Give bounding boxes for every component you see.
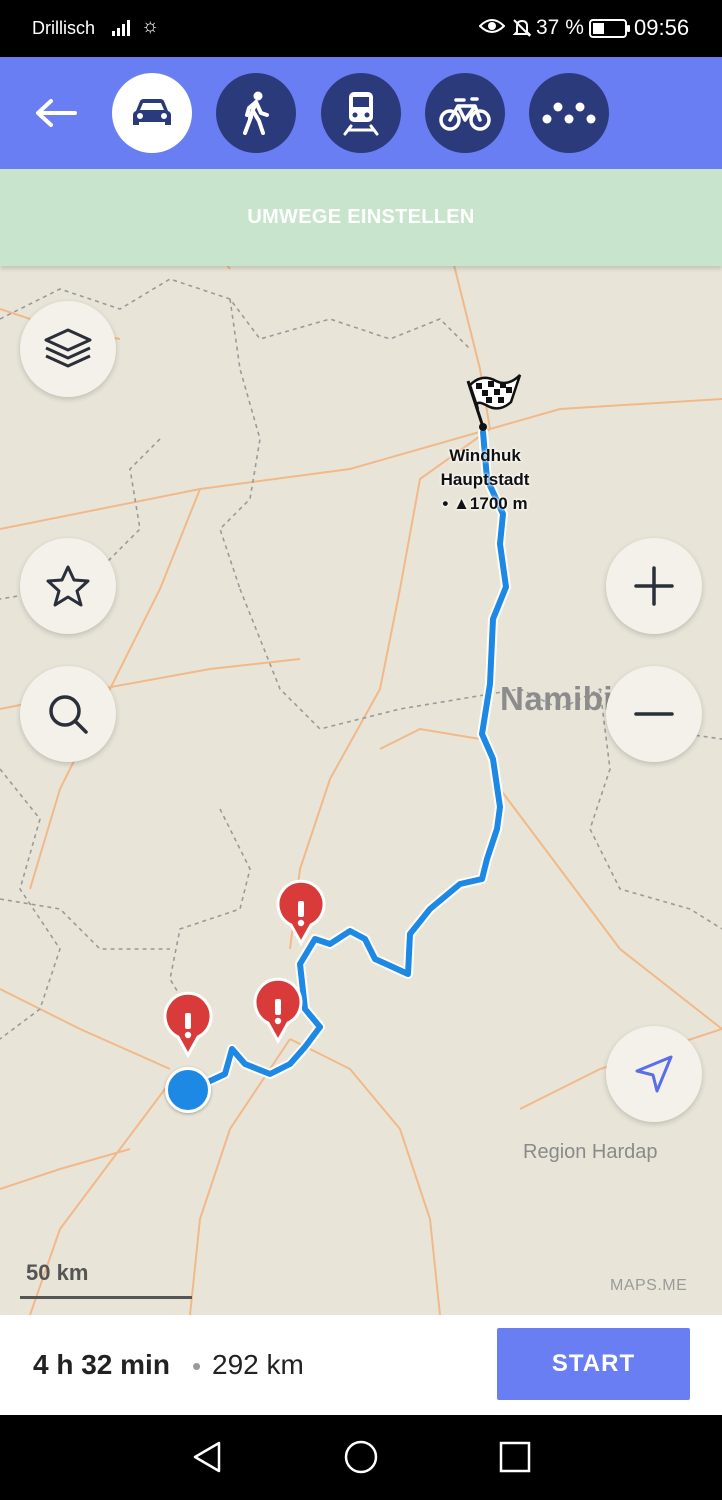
car-icon — [133, 99, 171, 125]
battery-icon — [589, 19, 630, 38]
home-circle-icon[interactable] — [343, 1439, 379, 1475]
city-elevation: • ▲1700 m — [442, 494, 528, 513]
signal-icon — [111, 17, 135, 42]
route-duration: 4 h 32 min — [33, 1349, 170, 1380]
my-location-button[interactable] — [606, 1026, 702, 1122]
zoom-out-button[interactable] — [606, 666, 702, 762]
train-icon — [343, 92, 379, 136]
star-icon — [46, 565, 90, 607]
warning-pin[interactable] — [253, 977, 303, 1045]
detour-label: UMWEGE EINSTELLEN — [247, 206, 475, 228]
eye-icon — [478, 16, 506, 40]
transport-mode-bar — [0, 57, 722, 169]
taxi-icon — [542, 102, 596, 124]
warning-pin[interactable] — [276, 879, 326, 947]
current-location-dot — [165, 1067, 211, 1113]
system-nav-bar — [0, 1415, 722, 1500]
mode-walk-button[interactable] — [216, 73, 296, 153]
start-navigation-button[interactable]: START — [497, 1328, 690, 1400]
city-label: Windhuk Hauptstadt • ▲1700 m — [426, 444, 544, 516]
region-label: Region Hardap — [523, 1141, 658, 1163]
arrow-left-icon — [36, 99, 77, 127]
carrier-name: Drillisch — [32, 18, 95, 38]
scale-bar — [20, 1296, 192, 1299]
mode-taxi-button[interactable] — [529, 73, 609, 153]
recents-square-icon[interactable] — [497, 1439, 533, 1475]
search-icon — [49, 695, 88, 734]
clock: 09:56 — [634, 15, 690, 40]
map-attribution: MAPS.ME — [610, 1277, 688, 1294]
route-summary-panel: 4 h 32 min • 292 km START — [0, 1315, 722, 1415]
minus-icon — [634, 712, 674, 716]
route-distance: 292 km — [212, 1349, 304, 1380]
battery-fill — [593, 23, 604, 34]
zoom-in-button[interactable] — [606, 538, 702, 634]
bicycle-icon — [439, 97, 491, 131]
destination-flag-icon[interactable] — [466, 374, 522, 431]
route-line — [205, 427, 511, 1086]
layers-icon — [44, 328, 92, 368]
battery-percent: 37 % — [536, 16, 584, 39]
city-name: Windhuk — [449, 446, 521, 465]
plus-icon — [634, 566, 674, 606]
mode-car-button[interactable] — [112, 73, 192, 153]
layers-button[interactable] — [20, 301, 116, 397]
navigation-arrow-icon — [635, 1055, 673, 1093]
mute-bell-icon — [511, 17, 533, 44]
city-subtitle: Hauptstadt — [440, 470, 530, 489]
route-separator: • — [192, 1351, 202, 1381]
scale-label: 50 km — [26, 1260, 89, 1285]
bookmarks-button[interactable] — [20, 538, 116, 634]
map-view[interactable]: UMWEGE EINSTELLEN Windhuk Hauptstadt • ▲… — [0, 169, 722, 1315]
back-triangle-icon[interactable] — [189, 1439, 225, 1475]
mode-transit-button[interactable] — [321, 73, 401, 153]
search-button[interactable] — [20, 666, 116, 762]
warning-pin[interactable] — [163, 991, 213, 1059]
back-button[interactable] — [28, 89, 82, 137]
detour-settings-button[interactable]: UMWEGE EINSTELLEN — [0, 169, 722, 266]
status-bar: Drillisch ☼ 37 % 09:56 — [0, 0, 722, 57]
pedestrian-icon — [243, 91, 269, 135]
brightness-icon: ☼ — [141, 15, 160, 37]
mode-bicycle-button[interactable] — [425, 73, 505, 153]
